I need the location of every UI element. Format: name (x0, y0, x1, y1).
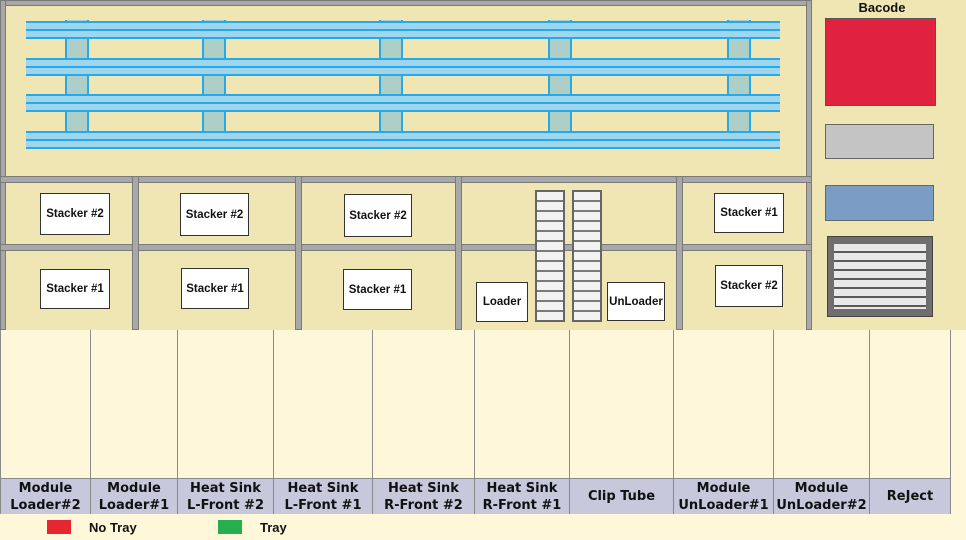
tab-module-unloader-1[interactable]: Module UnLoader#1 (674, 478, 774, 514)
blue-indicator (825, 185, 934, 221)
tab-heat-sink-r-front-2[interactable]: Heat Sink R-Front #2 (373, 478, 475, 514)
barcode-title: Bacode (858, 0, 906, 15)
gray-indicator (825, 124, 934, 159)
tab-module-loader-1[interactable]: Module Loader#1 (91, 478, 178, 514)
conveyor-rail-1 (26, 21, 780, 39)
tab-heat-sink-l-front-2[interactable]: Heat Sink L-Front #2 (178, 478, 274, 514)
module-column (274, 330, 373, 478)
conveyor-rail-2 (26, 58, 780, 76)
frame-left (0, 0, 6, 330)
module-column (178, 330, 274, 478)
stacker-box[interactable]: Stacker #2 (344, 194, 412, 237)
tab-module-loader-2[interactable]: Module Loader#2 (0, 478, 91, 514)
unloader-ladder (572, 190, 602, 322)
conveyor-rail-3 (26, 94, 780, 112)
legend-no-tray: No Tray (89, 520, 137, 535)
legend-tray: Tray (260, 520, 287, 535)
tray-swatch (218, 520, 242, 534)
conveyor-post (548, 20, 572, 148)
module-column (91, 330, 178, 478)
module-column (774, 330, 870, 478)
conveyor-post (727, 20, 751, 148)
no-tray-swatch (47, 520, 71, 534)
module-column (475, 330, 570, 478)
tab-clip-tube[interactable]: Clip Tube (570, 478, 674, 514)
conveyor-post (379, 20, 403, 148)
barcode-status-indicator (825, 18, 936, 106)
module-column (373, 330, 475, 478)
tab-reject[interactable]: ReJect (870, 478, 951, 514)
divider (455, 176, 462, 330)
module-column (870, 330, 951, 478)
divider (132, 176, 139, 330)
stacker-box[interactable]: Stacker #2 (715, 265, 783, 307)
conveyor-post (65, 20, 89, 148)
reject-tray-stack (827, 236, 933, 317)
loader-ladder (535, 190, 565, 322)
module-column (674, 330, 774, 478)
stacker-box[interactable]: Stacker #1 (343, 269, 412, 310)
tray-stack-slats (834, 244, 926, 309)
stacker-box[interactable]: Stacker #1 (40, 269, 110, 309)
tab-heat-sink-l-front-1[interactable]: Heat Sink L-Front #1 (274, 478, 373, 514)
frame-lower (0, 244, 812, 251)
module-column (0, 330, 91, 478)
frame-top (0, 0, 812, 6)
conveyor-post (202, 20, 226, 148)
stacker-box[interactable]: Stacker #1 (181, 268, 249, 309)
unloader-box[interactable]: UnLoader (607, 282, 665, 321)
stacker-box[interactable]: Stacker #2 (180, 193, 249, 236)
frame-right (806, 0, 812, 330)
conveyor-rail-4 (26, 131, 780, 149)
loader-box[interactable]: Loader (476, 282, 528, 322)
stacker-box[interactable]: Stacker #1 (714, 193, 784, 233)
module-column (570, 330, 674, 478)
tab-heat-sink-r-front-1[interactable]: Heat Sink R-Front #1 (475, 478, 570, 514)
divider (295, 176, 302, 330)
stacker-box[interactable]: Stacker #2 (40, 193, 110, 235)
divider (676, 176, 683, 330)
frame-middle (0, 176, 812, 183)
tab-module-unloader-2[interactable]: Module UnLoader#2 (774, 478, 870, 514)
